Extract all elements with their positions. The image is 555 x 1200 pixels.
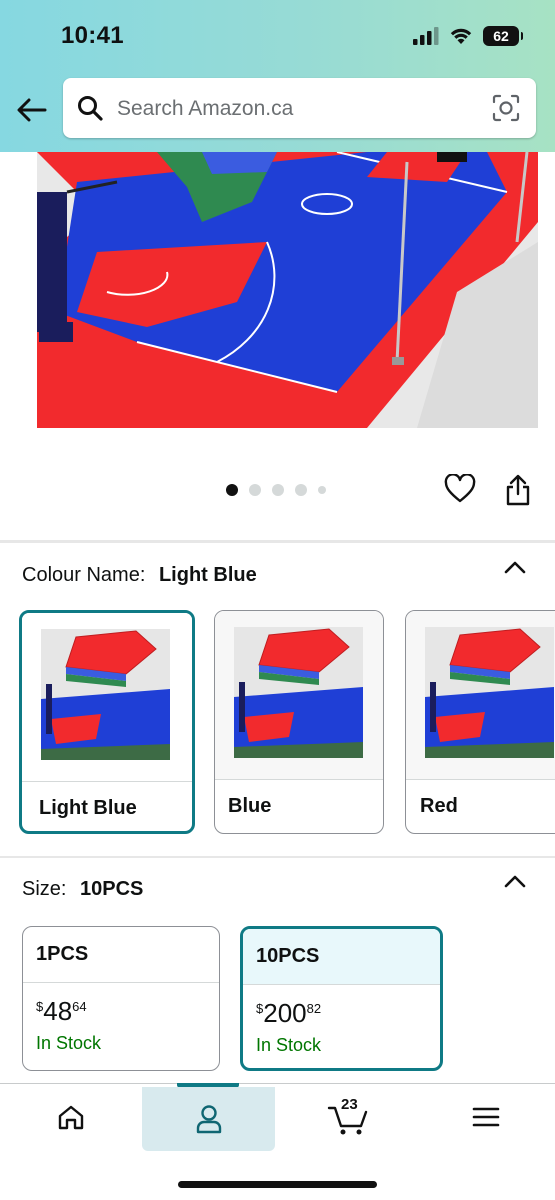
cart-count-badge: 23 (341, 1096, 358, 1113)
size-card-separator (23, 982, 219, 983)
carousel-dot[interactable] (272, 484, 284, 496)
swatch-thumbnail (425, 627, 554, 758)
nav-menu[interactable] (419, 1084, 552, 1150)
stock-status: In Stock (256, 1035, 322, 1055)
swatch-separator (22, 781, 192, 782)
account-icon (196, 1105, 221, 1134)
carousel-dot[interactable] (249, 484, 261, 496)
share-button[interactable] (505, 474, 531, 511)
image-carousel-dots[interactable] (226, 484, 326, 496)
colour-name-row: Colour Name: Light Blue (22, 564, 257, 587)
battery-level: 62 (493, 28, 509, 44)
chevron-up-icon (504, 561, 526, 574)
back-button[interactable] (14, 92, 50, 128)
product-image[interactable] (37, 152, 538, 428)
colour-selected-value: Light Blue (158, 564, 257, 586)
swatch-separator (215, 779, 383, 780)
nav-account[interactable] (142, 1087, 275, 1151)
back-arrow-icon (17, 98, 47, 122)
price-currency: $ (256, 1001, 264, 1016)
swatch-label: Red (420, 795, 458, 817)
price-currency: $ (36, 999, 44, 1014)
section-divider (0, 540, 555, 543)
size-option-label: 1PCS (36, 943, 89, 965)
price: $20082 (256, 1000, 321, 1026)
price-fraction: 82 (306, 1001, 322, 1016)
size-label: Size: (22, 878, 67, 900)
carousel-dot[interactable] (226, 484, 238, 496)
swatch-label: Blue (228, 795, 272, 817)
home-indicator (178, 1181, 377, 1188)
swatch-thumb-area (22, 613, 192, 781)
price: $4864 (36, 998, 87, 1024)
size-collapse-button[interactable] (504, 874, 526, 893)
basketball-court-image (37, 152, 538, 428)
swatch-thumb-area (215, 611, 383, 779)
carousel-dot[interactable] (295, 484, 307, 496)
chevron-up-icon (504, 875, 526, 888)
size-option-1pcs[interactable]: 1PCS $4864 In Stock (22, 926, 220, 1071)
swatch-separator (406, 779, 555, 780)
battery-indicator: 62 (483, 26, 523, 46)
search-input[interactable] (115, 92, 479, 126)
size-card-header: 10PCS (243, 929, 440, 984)
home-icon (58, 1105, 83, 1130)
section-divider (0, 856, 555, 858)
colour-collapse-button[interactable] (504, 560, 526, 579)
nav-cart[interactable]: 23 (281, 1084, 414, 1150)
price-fraction: 64 (72, 999, 87, 1014)
size-selected-value: 10PCS (80, 878, 144, 900)
size-card-header: 1PCS (23, 927, 219, 982)
stock-status: In Stock (36, 1033, 102, 1053)
wifi-icon (450, 28, 472, 44)
size-card-separator (243, 984, 440, 985)
swatch-thumbnail (234, 627, 363, 758)
share-icon (506, 474, 530, 506)
swatch-label: Light Blue (39, 797, 137, 819)
status-icons: 62 (413, 26, 523, 46)
heart-icon (444, 473, 476, 503)
price-whole: 48 (43, 996, 73, 1026)
search-icon (78, 96, 103, 121)
wishlist-button[interactable] (444, 473, 476, 509)
menu-icon (472, 1107, 499, 1127)
camera-scan-icon[interactable] (492, 94, 520, 122)
app-header: 10:41 62 (0, 0, 555, 152)
size-row: Size: 10PCS (22, 878, 143, 901)
size-option-label: 10PCS (256, 945, 320, 967)
search-bar[interactable] (63, 78, 536, 138)
carousel-dot[interactable] (318, 486, 326, 494)
nav-home[interactable] (4, 1084, 137, 1150)
status-time: 10:41 (61, 22, 124, 49)
colour-label: Colour Name: (22, 564, 146, 586)
swatch-thumb-area (406, 611, 555, 779)
colour-option-light-blue[interactable]: Light Blue (19, 610, 195, 834)
size-option-10pcs[interactable]: 10PCS $20082 In Stock (240, 926, 443, 1071)
cellular-signal-icon (413, 27, 439, 45)
colour-option-red[interactable]: Red (405, 610, 555, 834)
swatch-thumbnail (41, 629, 170, 760)
colour-option-blue[interactable]: Blue (214, 610, 384, 834)
price-whole: 200 (263, 998, 307, 1028)
